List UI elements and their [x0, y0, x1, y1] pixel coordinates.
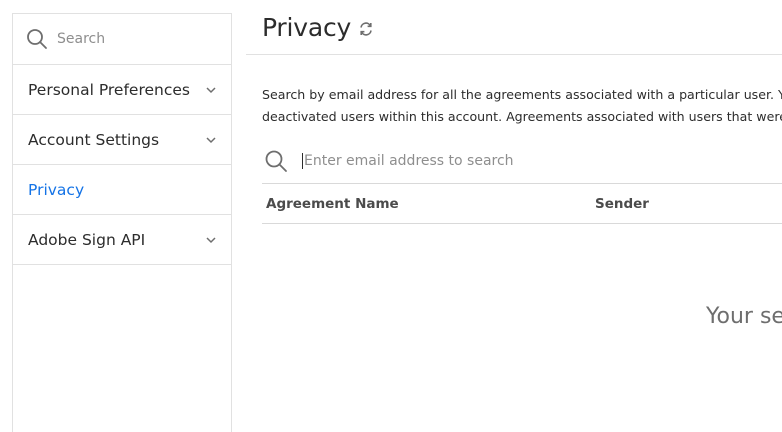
main-content: Privacy Search by email address for all …: [246, 0, 782, 432]
empty-state-message: Your se: [706, 304, 782, 329]
description: Search by email address for all the agre…: [262, 84, 782, 128]
page-header: Privacy: [262, 13, 374, 42]
sidebar-item-personal-preferences[interactable]: Personal Preferences: [13, 65, 231, 115]
search-icon: [264, 149, 288, 173]
sidebar-item-label: Privacy: [28, 180, 85, 199]
chevron-down-icon: [205, 84, 217, 96]
refresh-icon[interactable]: [358, 21, 374, 37]
sidebar-search-placeholder[interactable]: Search: [57, 31, 105, 47]
search-icon: [26, 28, 48, 50]
sidebar-item-account-settings[interactable]: Account Settings: [13, 115, 231, 165]
chevron-down-icon: [205, 234, 217, 246]
chevron-down-icon: [205, 134, 217, 146]
sidebar-item-label: Adobe Sign API: [28, 230, 146, 249]
email-search-input[interactable]: [302, 152, 702, 169]
email-search-bar: [262, 138, 782, 184]
description-line: deactivated users within this account. A…: [262, 109, 782, 124]
sidebar-item-adobe-sign-api[interactable]: Adobe Sign API: [13, 215, 231, 265]
table-header: Agreement Name Sender: [262, 184, 782, 224]
page-title: Privacy: [262, 13, 352, 42]
column-header-agreement-name[interactable]: Agreement Name: [266, 196, 399, 212]
description-line: Search by email address for all the agre…: [262, 87, 782, 102]
column-header-sender[interactable]: Sender: [595, 196, 649, 212]
sidebar-item-label: Account Settings: [28, 130, 160, 149]
sidebar-item-label: Personal Preferences: [28, 80, 190, 99]
sidebar: Search Personal Preferences Account Sett…: [12, 13, 232, 432]
sidebar-search[interactable]: Search: [13, 14, 231, 65]
divider: [246, 54, 782, 55]
sidebar-item-privacy[interactable]: Privacy: [13, 165, 231, 215]
